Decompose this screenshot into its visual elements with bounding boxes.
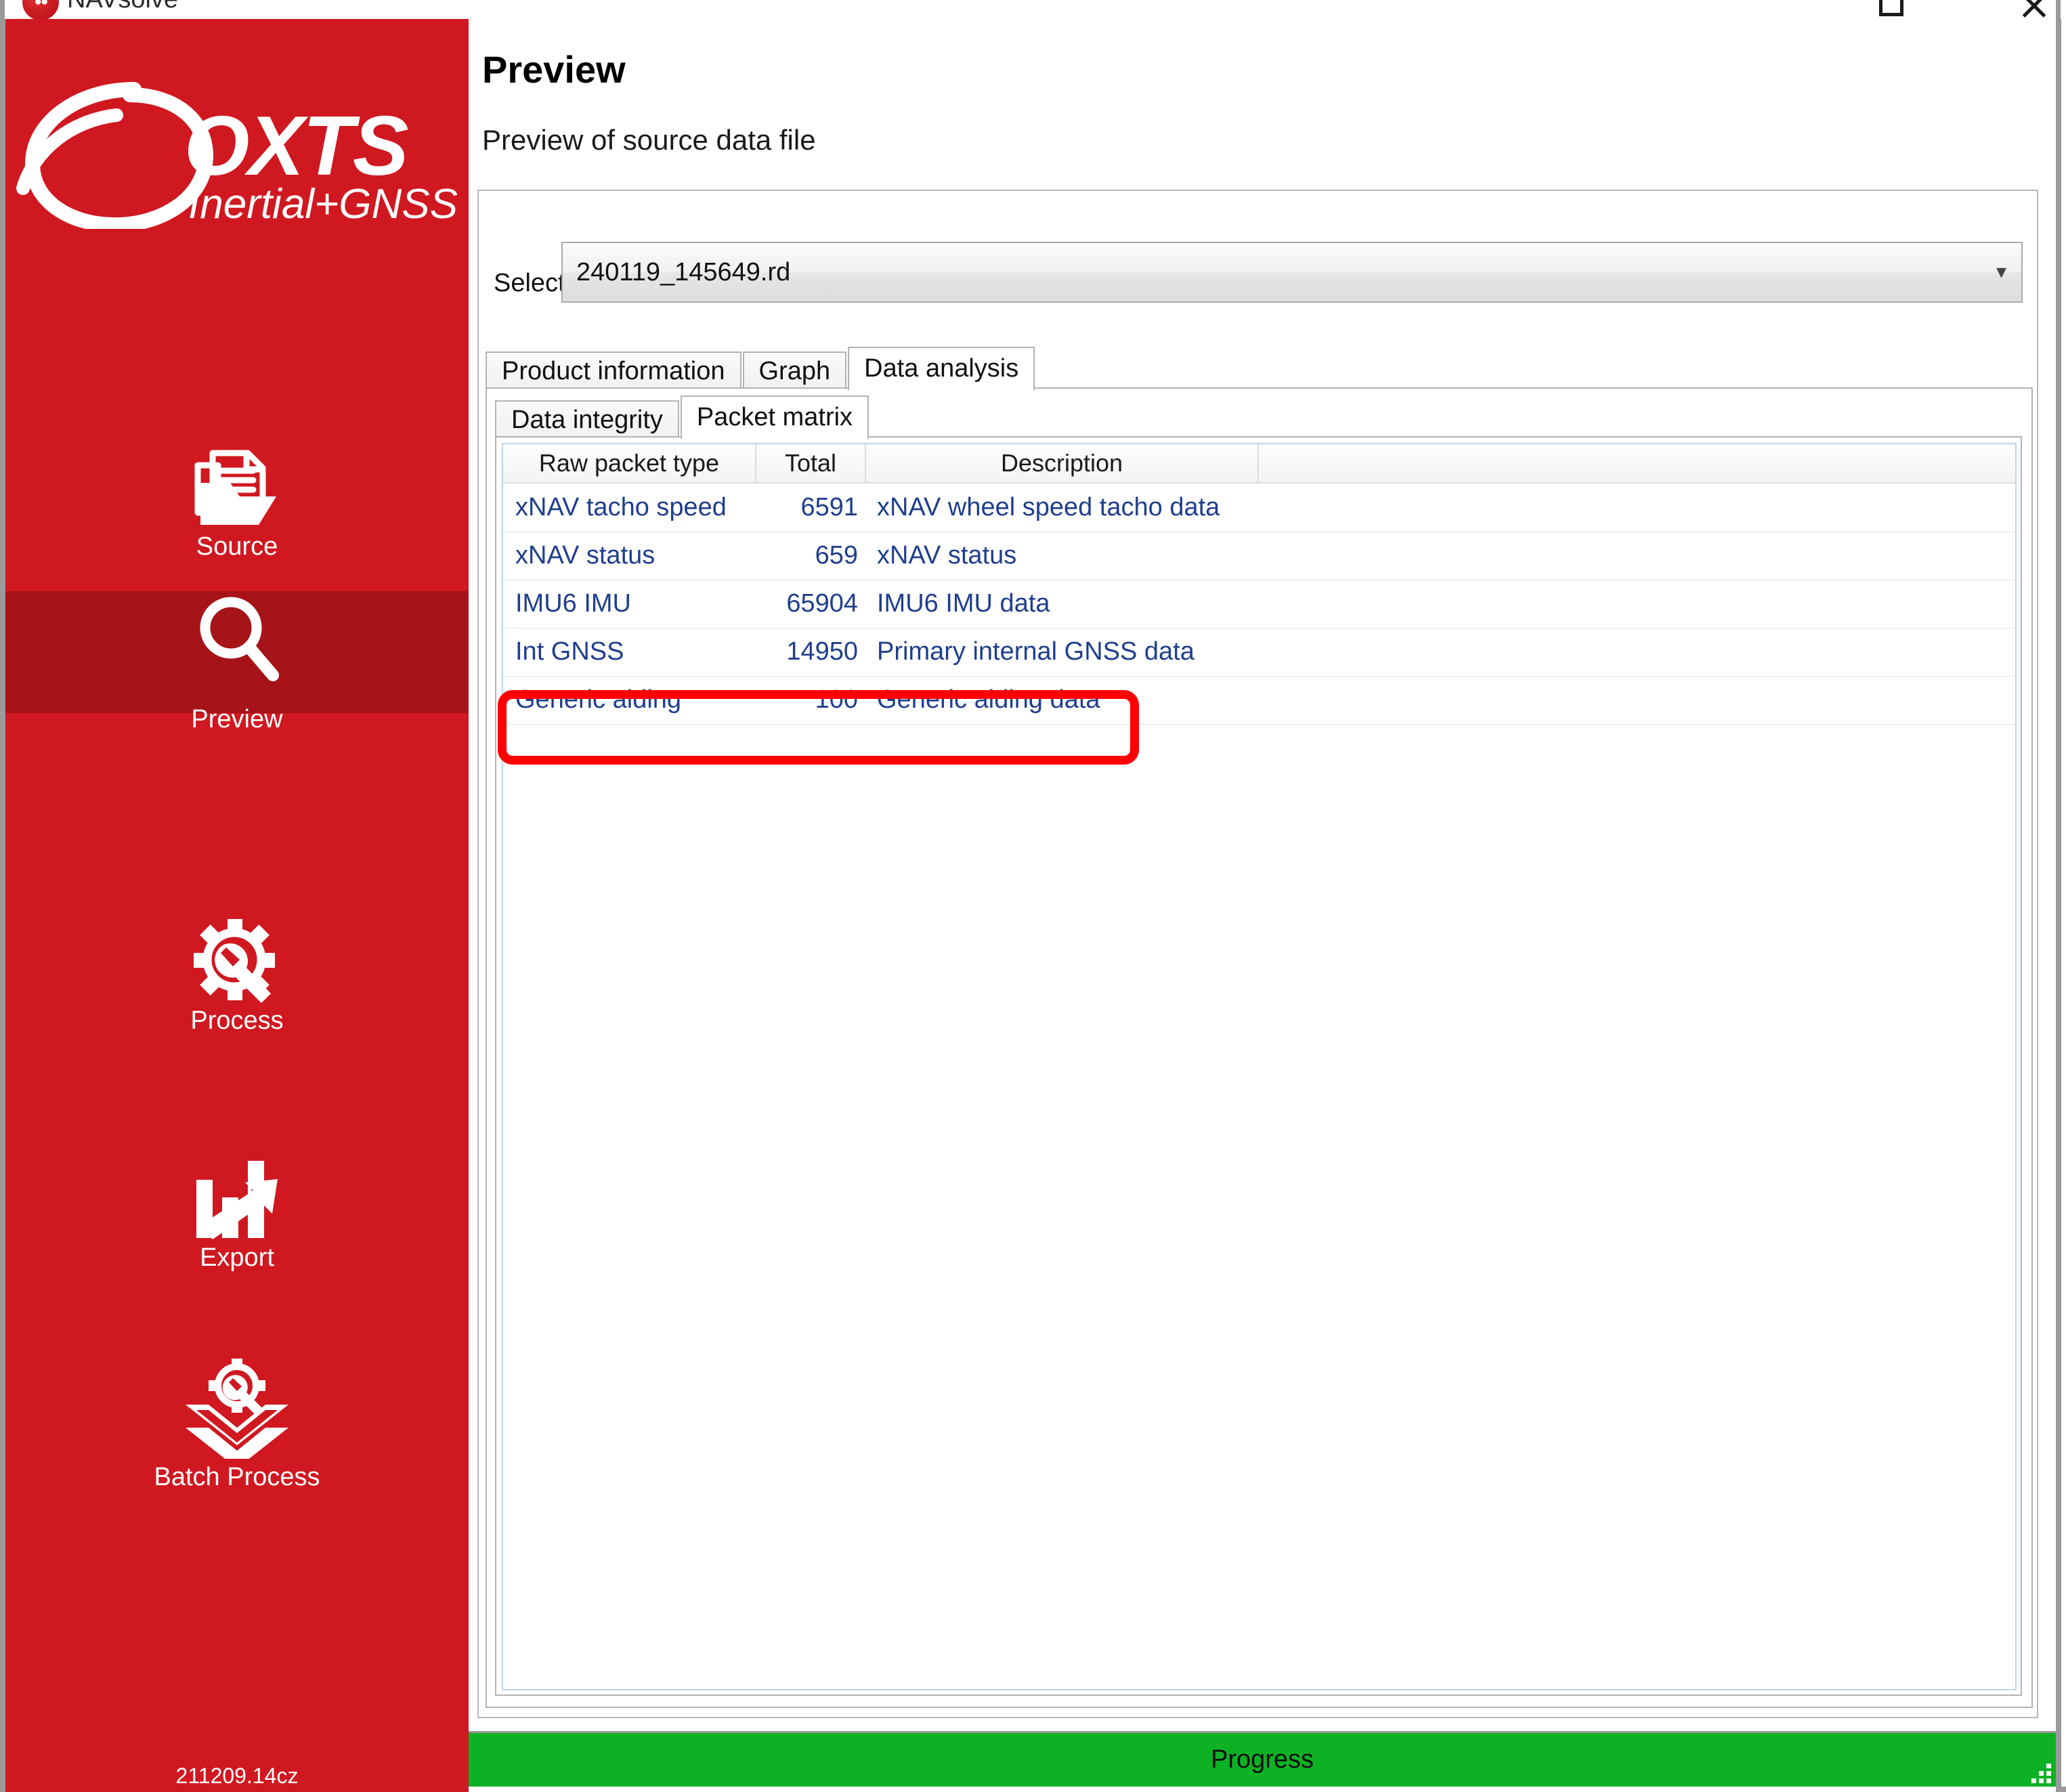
close-icon — [2019, 0, 2049, 19]
page-subtitle: Preview of source data file — [482, 124, 816, 156]
sidebar-item-label-batch-process: Batch Process — [154, 1463, 320, 1491]
column-header-filler — [1259, 444, 2015, 482]
cell-description: xNAV wheel speed tacho data — [877, 493, 1220, 521]
chevron-down-icon: ▾ — [1996, 261, 2006, 283]
tab-data-integrity[interactable]: Data integrity — [495, 400, 679, 438]
sidebar-item-process[interactable]: Process — [5, 912, 469, 1045]
gear-wrench-icon — [5, 919, 469, 1003]
cell-description: Primary internal GNSS data — [877, 637, 1195, 666]
window-right-edge — [2056, 0, 2061, 19]
tab-data-analysis[interactable]: Data analysis — [848, 347, 1035, 390]
tabstrip-inner: Data integrity Packet matrix — [495, 396, 870, 439]
sidebar-item-source[interactable]: Source — [5, 438, 469, 571]
cell-raw-packet-type: IMU6 IMU — [515, 589, 631, 618]
magnifier-icon — [5, 597, 469, 681]
progress-bar: Progress — [469, 1731, 2056, 1787]
data-tab-control: Product information Graph Data analysis … — [486, 347, 2033, 1709]
oxts-logo: OXTS Inertial+GNSS — [5, 80, 469, 229]
bar-chart-arrow-icon — [5, 1158, 469, 1239]
packet-matrix-header-row: Raw packet type Total Description — [503, 444, 2015, 484]
analysis-tab-control: Data integrity Packet matrix Raw packet … — [495, 396, 2022, 1697]
column-header-description[interactable]: Description — [866, 444, 1259, 482]
tabstrip-outer: Product information Graph Data analysis — [486, 347, 1036, 390]
cell-raw-packet-type: Generic aiding — [515, 685, 682, 714]
sidebar-item-label-source: Source — [196, 532, 278, 561]
page-title: Preview — [482, 48, 626, 91]
cell-total: 6591 — [800, 493, 858, 521]
tab-panel-packet-matrix: Raw packet type Total Description xNAV t… — [495, 436, 2022, 1696]
app-icon-glyph: ●● — [34, 0, 49, 9]
table-row[interactable]: Int GNSS 14950 Primary internal GNSS dat… — [503, 628, 2015, 677]
content-pane: Preview Preview of source data file Sele… — [469, 19, 2056, 1792]
select-file-value: 240119_145649.rd — [576, 258, 791, 286]
sidebar-item-label-preview: Preview — [191, 705, 283, 733]
select-file-dropdown[interactable]: 240119_145649.rd ▾ — [561, 242, 2023, 303]
folder-documents-icon — [5, 447, 469, 528]
sidebar-item-label-export: Export — [200, 1243, 274, 1272]
title-bar: ●● NAVsolve — [0, 0, 2066, 19]
navsolve-window: ●● NAVsolve OXTS Inertial+GNSS — [0, 0, 2066, 1792]
progress-label: Progress — [1210, 1745, 1314, 1774]
tab-packet-matrix[interactable]: Packet matrix — [680, 396, 869, 439]
cell-total: 659 — [815, 541, 858, 570]
svg-text:Inertial+GNSS: Inertial+GNSS — [188, 181, 458, 228]
sidebar-item-batch-process[interactable]: Batch Process — [5, 1348, 469, 1491]
column-header-raw-packet-type[interactable]: Raw packet type — [503, 444, 756, 482]
tab-graph[interactable]: Graph — [742, 351, 847, 389]
tab-panel-data-analysis: Data integrity Packet matrix Raw packet … — [486, 387, 2033, 1708]
cell-raw-packet-type: xNAV status — [515, 541, 655, 570]
maximize-icon — [1879, 0, 1903, 16]
sidebar: OXTS Inertial+GNSS Source Preview Proces… — [5, 19, 469, 1792]
window-title: NAVsolve — [67, 0, 178, 14]
window-border-right — [2056, 19, 2061, 1792]
sidebar-item-preview[interactable]: Preview — [5, 591, 469, 733]
svg-text:OXTS: OXTS — [184, 100, 408, 193]
sidebar-version-label: 211209.14cz — [175, 1764, 299, 1788]
window-left-edge — [0, 0, 5, 19]
table-row[interactable]: Generic aiding 100 Generic aiding data — [503, 676, 2015, 725]
sidebar-item-label-process: Process — [190, 1006, 284, 1035]
table-row[interactable]: xNAV tacho speed 6591 xNAV wheel speed t… — [503, 484, 2015, 532]
resize-grip[interactable] — [2031, 1764, 2052, 1784]
cell-total: 14950 — [786, 637, 858, 666]
tab-product-information[interactable]: Product information — [486, 351, 741, 389]
cell-total: 65904 — [786, 589, 858, 618]
cell-total: 100 — [815, 685, 858, 714]
layers-gear-icon — [5, 1357, 469, 1459]
table-row[interactable]: xNAV status 659 xNAV status — [503, 532, 2015, 580]
navsolve-app-icon: ●● — [22, 0, 59, 19]
cell-raw-packet-type: xNAV tacho speed — [515, 493, 727, 521]
cell-description: IMU6 IMU data — [877, 589, 1050, 618]
table-row[interactable]: IMU6 IMU 65904 IMU6 IMU data — [503, 580, 2015, 628]
window-border-left — [0, 19, 5, 1792]
cell-description: Generic aiding data — [877, 685, 1100, 714]
sidebar-item-export[interactable]: Export — [5, 1149, 469, 1282]
packet-matrix-grid[interactable]: Raw packet type Total Description xNAV t… — [502, 443, 2017, 1690]
cell-description: xNAV status — [877, 541, 1017, 570]
client-area: OXTS Inertial+GNSS Source Preview Proces… — [0, 19, 2066, 1792]
cell-raw-packet-type: Int GNSS — [515, 637, 624, 666]
column-header-total[interactable]: Total — [756, 444, 866, 482]
preview-group-box: Select file: 240119_145649.rd ▾ Product … — [477, 190, 2038, 1718]
